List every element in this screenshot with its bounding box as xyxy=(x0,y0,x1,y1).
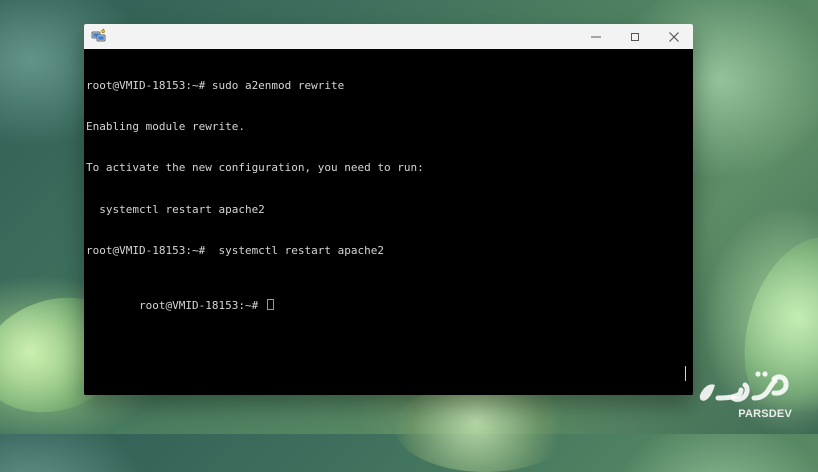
terminal-line-5: root@VMID-18153:~# systemctl restart apa… xyxy=(86,244,385,258)
close-icon xyxy=(668,31,679,42)
background-leaf-right xyxy=(724,222,818,438)
terminal-line-1: root@VMID-18153:~# sudo a2enmod rewrite xyxy=(86,78,345,92)
terminal-line-2: Enabling module rewrite. xyxy=(86,119,245,133)
background-leaf-bottom xyxy=(395,382,575,472)
terminal-pane[interactable]: root@VMID-18153:~# sudo a2enmod rewrite … xyxy=(84,49,693,395)
window-controls xyxy=(576,24,693,49)
title-bar[interactable] xyxy=(84,24,693,50)
terminal-prompt-line: root@VMID-18153:~# xyxy=(86,286,677,312)
putty-icon xyxy=(91,28,107,44)
terminal-cursor xyxy=(266,299,274,311)
maximize-icon xyxy=(630,32,639,41)
minimize-icon xyxy=(590,36,601,37)
maximize-button[interactable] xyxy=(615,24,654,49)
terminal-output: root@VMID-18153:~# sudo a2enmod rewrite … xyxy=(86,51,677,327)
close-button[interactable] xyxy=(654,24,693,49)
scroll-indicator xyxy=(685,366,686,381)
parsdev-logo xyxy=(699,371,789,402)
terminal-line-4: systemctl restart apache2 xyxy=(86,202,265,216)
terminal-prompt: root@VMID-18153:~# xyxy=(138,299,265,313)
minimize-button[interactable] xyxy=(576,24,615,49)
parsdev-watermark: PARSDEV xyxy=(690,352,794,424)
terminal-line-3: To activate the new configuration, you n… xyxy=(86,161,424,175)
terminal-window: root@VMID-18153:~# sudo a2enmod rewrite … xyxy=(84,24,693,395)
watermark-label: PARSDEV xyxy=(738,408,792,420)
